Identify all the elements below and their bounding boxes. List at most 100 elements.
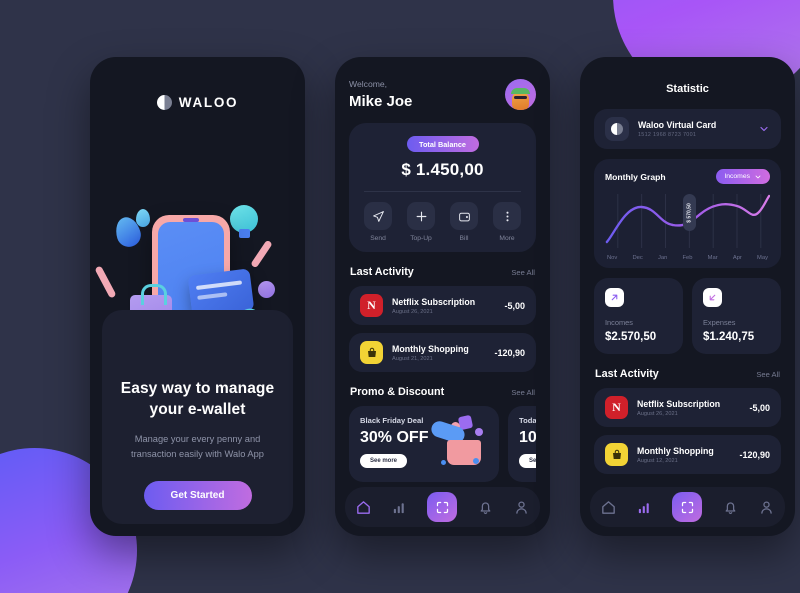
activity-name: Monthly Shopping xyxy=(392,343,469,354)
scan-button[interactable] xyxy=(427,492,458,522)
incomes-card[interactable]: Incomes $2.570,50 xyxy=(594,278,683,354)
table-row[interactable]: N Netflix Subscription August 26, 2021 -… xyxy=(594,388,781,427)
promo-illustration xyxy=(429,414,493,476)
avatar[interactable] xyxy=(505,79,536,110)
bell-icon[interactable] xyxy=(722,499,739,516)
action-send[interactable]: Send xyxy=(364,202,392,242)
chart-tooltip: $ 570,50 xyxy=(683,194,697,231)
home-header: Welcome, Mike Joe xyxy=(349,79,536,110)
promo-discount: 10% OFF xyxy=(519,429,536,446)
decor-sphere-icon xyxy=(258,281,275,298)
shopping-bag-icon xyxy=(605,443,628,466)
plus-icon xyxy=(407,202,435,230)
chevron-down-icon xyxy=(755,175,761,178)
promo-title: Promo & Discount xyxy=(350,386,445,398)
onboarding-subtitle: Manage your every penny and transaction … xyxy=(131,433,264,459)
promo-card-black-friday[interactable]: Black Friday Deal 30% OFF See more xyxy=(349,406,499,482)
person-icon[interactable] xyxy=(758,499,775,516)
see-more-button[interactable]: See more xyxy=(519,454,536,468)
brand-name: WALOO xyxy=(178,95,239,110)
last-activity-title: Last Activity xyxy=(595,368,659,380)
activity-date: August 21, 2021 xyxy=(392,355,433,362)
table-row[interactable]: Monthly Shopping August 12, 2021 -120,90 xyxy=(594,435,781,474)
arrow-down-left-icon xyxy=(703,288,722,307)
person-icon[interactable] xyxy=(513,499,530,516)
action-send-label: Send xyxy=(370,235,386,242)
expenses-card[interactable]: Expenses $1.240,75 xyxy=(692,278,781,354)
last-activity-see-all[interactable]: See All xyxy=(511,268,535,277)
get-started-button[interactable]: Get Started xyxy=(143,480,252,510)
statistic-screen: Statistic Waloo Virtual Card 1512 1968 8… xyxy=(580,57,795,536)
see-more-button[interactable]: See more xyxy=(360,454,407,468)
axis-tick: Mar xyxy=(707,255,718,261)
action-topup[interactable]: Top-Up xyxy=(407,202,435,242)
netflix-icon: N xyxy=(360,294,383,317)
stats-bars-icon[interactable] xyxy=(391,499,408,516)
promo-card-today-offers[interactable]: Today Offers 10% OFF See more xyxy=(508,406,536,482)
incomes-label: Incomes xyxy=(605,318,633,327)
water-drop-small-icon xyxy=(136,209,150,227)
activity-date: August 26, 2021 xyxy=(637,410,678,417)
onboarding-info-card: Easy way to manage your e-wallet Manage … xyxy=(102,310,293,524)
activity-amount: -5,00 xyxy=(749,402,770,413)
avatar-face-icon xyxy=(511,88,530,110)
activity-name: Netflix Subscription xyxy=(392,296,476,307)
activity-amount: -120,90 xyxy=(494,347,525,358)
send-icon xyxy=(364,202,392,230)
last-activity-title: Last Activity xyxy=(350,266,414,278)
decor-dot-icon xyxy=(441,460,446,465)
balance-amount: $ 1.450,00 xyxy=(401,160,484,179)
incomes-value: $2.570,50 xyxy=(605,331,657,343)
netflix-icon: N xyxy=(605,396,628,419)
greeting-text: Welcome, xyxy=(349,79,388,89)
axis-tick: Dec xyxy=(632,255,643,261)
home-icon[interactable] xyxy=(355,499,372,516)
scan-button[interactable] xyxy=(672,492,703,522)
bottom-navigation xyxy=(345,487,540,527)
quick-actions: Send Top-Up Bill More xyxy=(362,202,523,242)
onboarding-title: Easy way to manage your e-wallet xyxy=(120,380,275,419)
action-more[interactable]: More xyxy=(493,202,521,242)
last-activity-see-all[interactable]: See All xyxy=(756,370,780,379)
decor-stick-right-icon xyxy=(250,239,273,269)
graph-title: Monthly Graph xyxy=(605,171,666,182)
virtual-card-selector[interactable]: Waloo Virtual Card 1512 1968 8723 7001 xyxy=(594,109,781,149)
graph-filter-label: Incomes xyxy=(724,173,750,180)
bell-icon[interactable] xyxy=(477,499,494,516)
total-balance-badge: Total Balance xyxy=(406,136,479,152)
table-row[interactable]: Monthly Shopping August 21, 2021 -120,90 xyxy=(349,333,536,372)
activity-name: Netflix Subscription xyxy=(637,398,721,409)
brand-logo: WALOO xyxy=(90,95,305,110)
decor-stick-left-icon xyxy=(94,265,117,299)
divider xyxy=(364,191,521,192)
promo-label: Today Offers xyxy=(519,416,536,425)
bottom-navigation xyxy=(590,487,785,527)
action-bill[interactable]: Bill xyxy=(450,202,478,242)
activity-amount: -120,90 xyxy=(739,449,770,460)
table-row[interactable]: N Netflix Subscription August 26, 2021 -… xyxy=(349,286,536,325)
chart-tooltip-value: $ 570,50 xyxy=(686,202,693,223)
home-icon[interactable] xyxy=(600,499,617,516)
activity-date: August 12, 2021 xyxy=(637,457,678,464)
user-name: Mike Joe xyxy=(349,93,413,110)
expenses-label: Expenses xyxy=(703,318,736,327)
activity-date: August 26, 2021 xyxy=(392,308,433,315)
activity-amount: -5,00 xyxy=(504,300,525,311)
promo-see-all[interactable]: See All xyxy=(511,388,535,397)
virtual-card-name: Waloo Virtual Card xyxy=(638,120,717,130)
graph-filter-dropdown[interactable]: Incomes xyxy=(716,169,770,184)
chevron-down-icon[interactable] xyxy=(758,123,770,135)
waloo-logo-icon xyxy=(156,95,172,110)
stats-bars-icon[interactable] xyxy=(636,499,653,516)
decor-dot-icon xyxy=(473,458,479,464)
balance-card: Total Balance $ 1.450,00 Send Top-Up Bil… xyxy=(349,123,536,252)
page-title: Statistic xyxy=(666,83,709,95)
virtual-card-number: 1512 1968 8723 7001 xyxy=(638,132,697,138)
waloo-card-icon xyxy=(605,117,629,141)
promo-carousel[interactable]: Black Friday Deal 30% OFF See more Today… xyxy=(349,406,536,482)
home-screen: Welcome, Mike Joe Total Balance $ 1.450,… xyxy=(335,57,550,536)
more-vertical-icon xyxy=(493,202,521,230)
decor-dot-icon xyxy=(475,428,483,436)
axis-tick: Jan xyxy=(657,255,668,261)
wallet-icon xyxy=(450,202,478,230)
